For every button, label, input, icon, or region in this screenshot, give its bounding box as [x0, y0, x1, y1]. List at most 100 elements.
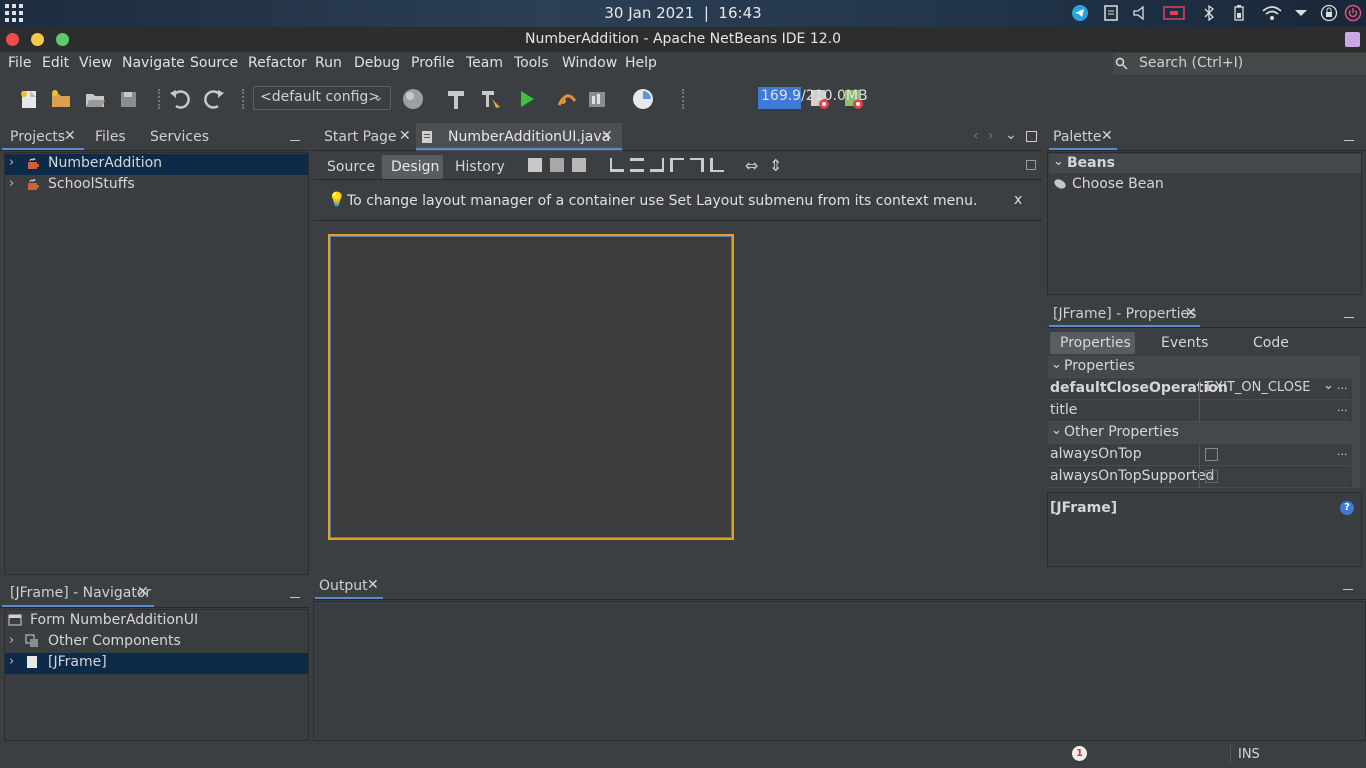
menu-help[interactable]: Help	[625, 55, 657, 71]
align-middle-icon[interactable]	[690, 158, 704, 172]
property-group-properties[interactable]: ⌄ Properties	[1048, 356, 1360, 378]
close-icon[interactable]: ✕	[137, 584, 149, 600]
minimize-panel-button[interactable]	[1344, 317, 1354, 318]
menu-run[interactable]: Run	[315, 55, 342, 71]
battery-icon[interactable]	[1229, 4, 1249, 22]
chevron-right-icon[interactable]: ›	[9, 155, 14, 170]
align-bottom-icon[interactable]	[710, 158, 724, 172]
menu-edit[interactable]: Edit	[42, 55, 69, 71]
menu-source[interactable]: Source	[190, 55, 238, 71]
wifi-icon[interactable]	[1261, 4, 1282, 22]
menu-window[interactable]: Window	[562, 55, 617, 71]
horizontal-resize-icon[interactable]: ⇔	[745, 156, 758, 175]
debug-icon[interactable]	[555, 87, 579, 111]
property-ellipsis-button[interactable]: ...	[1337, 445, 1348, 458]
close-icon[interactable]: ✕	[1185, 305, 1197, 321]
property-ellipsis-button[interactable]: ...	[1337, 379, 1348, 392]
preview-design-icon[interactable]	[572, 158, 586, 172]
chevron-down-icon[interactable]: ⌄	[1005, 127, 1017, 143]
property-row-defaultcloseoperation[interactable]: defaultCloseOperation EXIT_ON_CLOSE ⌄ ..…	[1048, 378, 1350, 400]
chevron-down-icon[interactable]	[1291, 4, 1311, 22]
tab-services[interactable]: Services	[150, 129, 209, 145]
property-group-other[interactable]: ⌄ Other Properties	[1048, 422, 1360, 444]
tab-projects[interactable]: Projects	[10, 129, 65, 145]
tab-start-page[interactable]: Start Page	[324, 129, 397, 145]
menu-profile[interactable]: Profile	[411, 55, 455, 71]
new-file-icon[interactable]	[17, 87, 41, 111]
help-icon[interactable]: ?	[1340, 501, 1354, 515]
output-area[interactable]	[313, 601, 1366, 741]
lock-icon[interactable]	[1319, 4, 1339, 22]
align-right-icon[interactable]	[650, 158, 664, 172]
align-top-icon[interactable]	[670, 158, 684, 172]
tree-item-other-components[interactable]: › Other Components	[5, 632, 308, 653]
screen-record-icon[interactable]	[1163, 4, 1185, 22]
minimize-panel-button[interactable]	[290, 140, 300, 141]
clipboard-icon[interactable]	[1101, 4, 1121, 22]
close-icon[interactable]: ✕	[367, 577, 379, 593]
scroll-tabs-right-icon[interactable]: ›	[988, 128, 994, 144]
selection-mode-icon[interactable]	[528, 158, 542, 172]
minimize-panel-button[interactable]	[290, 597, 300, 598]
connection-mode-icon[interactable]	[550, 158, 564, 172]
search-input[interactable]: Search (Ctrl+I)	[1113, 53, 1366, 75]
tab-output[interactable]: Output	[319, 578, 368, 594]
expand-toolbar-icon[interactable]	[1026, 160, 1036, 170]
property-row-alwaysontop[interactable]: alwaysOnTop ...	[1048, 444, 1350, 466]
browser-globe-icon[interactable]	[401, 87, 425, 111]
view-source-button[interactable]: Source	[327, 159, 375, 175]
palette-item-choose-bean[interactable]: Choose Bean	[1049, 175, 1361, 195]
tree-item-jframe[interactable]: › [JFrame]	[5, 653, 308, 674]
close-hint-button[interactable]: x	[1014, 192, 1022, 208]
system-clock[interactable]: 30 Jan 2021 | 16:43	[0, 4, 1366, 22]
tab-files[interactable]: Files	[95, 129, 126, 145]
run-play-icon[interactable]	[514, 87, 538, 111]
undo-icon[interactable]	[168, 87, 192, 111]
profile-clock-icon[interactable]	[631, 87, 655, 111]
telegram-icon[interactable]	[1070, 4, 1090, 22]
tab-properties-panel[interactable]: [JFrame] - Properties	[1053, 306, 1196, 322]
chevron-right-icon[interactable]: ›	[9, 633, 14, 648]
chevron-right-icon[interactable]: ›	[9, 654, 14, 669]
config-select[interactable]: <default config> ⌄	[253, 86, 391, 110]
align-center-icon[interactable]	[630, 158, 644, 172]
notifications-icon[interactable]: 1	[1072, 746, 1087, 761]
menu-refactor[interactable]: Refactor	[248, 55, 307, 71]
clean-build-icon[interactable]	[479, 87, 503, 111]
open-project-icon[interactable]	[83, 87, 107, 111]
property-ellipsis-button[interactable]: ...	[1337, 401, 1348, 414]
property-row-alwaysontopsupported[interactable]: alwaysOnTopSupported ✓	[1048, 466, 1350, 488]
scroll-tabs-left-icon[interactable]: ‹	[973, 128, 979, 144]
tree-item-numberaddition[interactable]: › NumberAddition	[5, 154, 308, 175]
maximize-editor-button[interactable]	[1026, 131, 1037, 142]
code-tab[interactable]: Code	[1253, 335, 1289, 351]
volume-icon[interactable]	[1131, 4, 1151, 22]
tree-item-form[interactable]: Form NumberAdditionUI	[5, 611, 308, 632]
property-row-title[interactable]: title ...	[1048, 400, 1350, 422]
save-all-icon[interactable]	[117, 87, 141, 111]
close-icon[interactable]: ✕	[64, 128, 76, 144]
menu-file[interactable]: File	[8, 55, 31, 71]
tab-navigator[interactable]: [JFrame] - Navigator	[10, 585, 151, 601]
bluetooth-icon[interactable]	[1199, 4, 1219, 22]
close-icon[interactable]: ✕	[601, 128, 613, 144]
chevron-down-icon[interactable]: ⌄	[1323, 378, 1334, 393]
properties-scrollbar[interactable]	[1352, 356, 1360, 488]
align-left-icon[interactable]	[610, 158, 624, 172]
alwaysontop-checkbox[interactable]	[1205, 448, 1218, 461]
property-value-select[interactable]: EXIT_ON_CLOSE	[1206, 380, 1310, 395]
menu-tools[interactable]: Tools	[514, 55, 549, 71]
jframe-form-preview[interactable]	[328, 234, 734, 540]
close-icon[interactable]: ✕	[399, 128, 411, 144]
menu-debug[interactable]: Debug	[354, 55, 400, 71]
view-history-button[interactable]: History	[455, 159, 505, 175]
new-project-icon[interactable]	[49, 87, 73, 111]
build-hammer-icon[interactable]	[444, 87, 468, 111]
power-icon[interactable]	[1343, 4, 1363, 22]
profile-icon[interactable]	[586, 87, 610, 111]
memory-usage[interactable]: 169.9/210.0MB	[761, 88, 868, 104]
menu-view[interactable]: View	[79, 55, 112, 71]
tree-item-schoolstuffs[interactable]: › SchoolStuffs	[5, 175, 308, 196]
menu-team[interactable]: Team	[466, 55, 503, 71]
minimize-panel-button[interactable]	[1343, 589, 1353, 590]
